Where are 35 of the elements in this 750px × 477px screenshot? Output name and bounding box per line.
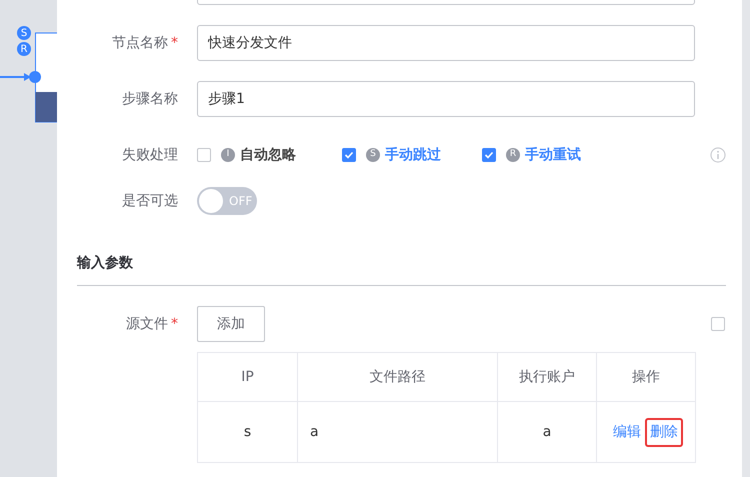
info-icon[interactable] <box>710 147 726 163</box>
column-header: 执行账户 <box>498 352 596 402</box>
required-mark: * <box>171 34 178 50</box>
node-badge: R <box>17 42 31 56</box>
checkbox[interactable] <box>711 317 725 331</box>
checkbox[interactable] <box>197 148 211 162</box>
table-cell: a <box>498 402 596 462</box>
table-cell: a <box>298 402 498 462</box>
input-field[interactable]: 步骤1 <box>197 81 695 117</box>
section-title: 输入参数 <box>77 254 133 273</box>
check-icon <box>484 150 494 160</box>
option-badge: I <box>221 148 235 162</box>
option-label: 自动忽略 <box>240 146 296 164</box>
field-label: 是否可选 <box>122 192 178 208</box>
field-label: 节点名称 <box>112 34 168 50</box>
option-badge: S <box>366 148 380 162</box>
node-badge: S <box>17 26 31 40</box>
option-badge: R <box>506 148 520 162</box>
field-label: 源文件 <box>126 316 168 332</box>
column-header: 操作 <box>596 352 696 402</box>
action-link[interactable]: 删除 <box>645 418 683 446</box>
table-cell: s <box>198 402 298 462</box>
column-header: IP <box>198 352 298 402</box>
checkbox[interactable] <box>342 148 356 162</box>
add-button[interactable]: 添加 <box>197 306 265 342</box>
checkbox[interactable] <box>482 148 496 162</box>
option-label: 手动重试 <box>525 146 581 164</box>
action-link[interactable]: 编辑 <box>609 418 645 446</box>
required-mark: * <box>171 316 178 332</box>
column-header: 文件路径 <box>298 352 498 402</box>
field-label: 步骤名称 <box>122 90 178 106</box>
field-label: 失败处理 <box>122 146 178 162</box>
option-label: 手动跳过 <box>385 146 441 164</box>
check-icon <box>344 150 354 160</box>
scrollbar[interactable] <box>742 0 750 477</box>
